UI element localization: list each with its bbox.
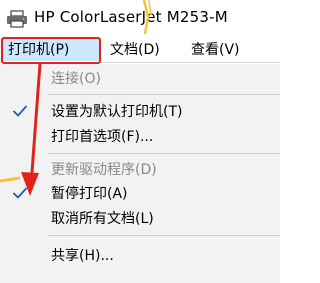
title-bar: HP ColorLaserJet M253-M [0, 0, 280, 36]
menu-view[interactable]: 查看(V) [191, 39, 240, 61]
check-icon [12, 187, 28, 199]
menu-item-connect: 连接(O) [0, 67, 280, 91]
menu-item-label: 暂停打印(A) [51, 186, 128, 202]
menu-separator [48, 153, 280, 154]
printer-icon [7, 10, 27, 28]
menu-item-label: 共享(H)... [51, 248, 114, 264]
menu-item-share[interactable]: 共享(H)... [0, 244, 280, 268]
menu-item-label: 设置为默认打印机(T) [51, 104, 183, 120]
menu-separator [48, 94, 280, 95]
menu-item-update-driver: 更新驱动程序(D) [0, 158, 280, 182]
menu-item-label: 取消所有文档(L) [51, 211, 154, 227]
menu-item-preferences[interactable]: 打印首选项(F)... [0, 125, 280, 149]
menu-item-cancel-all[interactable]: 取消所有文档(L) [0, 207, 280, 231]
window-title: HP ColorLaserJet M253-M [34, 8, 228, 26]
menu-item-label: 连接(O) [51, 71, 101, 87]
menu-item-label: 打印首选项(F)... [51, 129, 154, 145]
glare-mark [142, 0, 152, 34]
printer-dropdown-menu: 连接(O) 设置为默认打印机(T) 打印首选项(F)... 更新驱动程序(D) … [0, 64, 280, 283]
annotation-highlight-box [1, 37, 101, 64]
menu-item-pause-printing[interactable]: 暂停打印(A) [0, 182, 280, 206]
menu-document[interactable]: 文档(D) [110, 39, 160, 61]
menu-item-set-default[interactable]: 设置为默认打印机(T) [0, 100, 280, 124]
check-icon [12, 105, 28, 117]
menu-separator [48, 235, 280, 236]
menu-item-label: 更新驱动程序(D) [51, 162, 157, 178]
